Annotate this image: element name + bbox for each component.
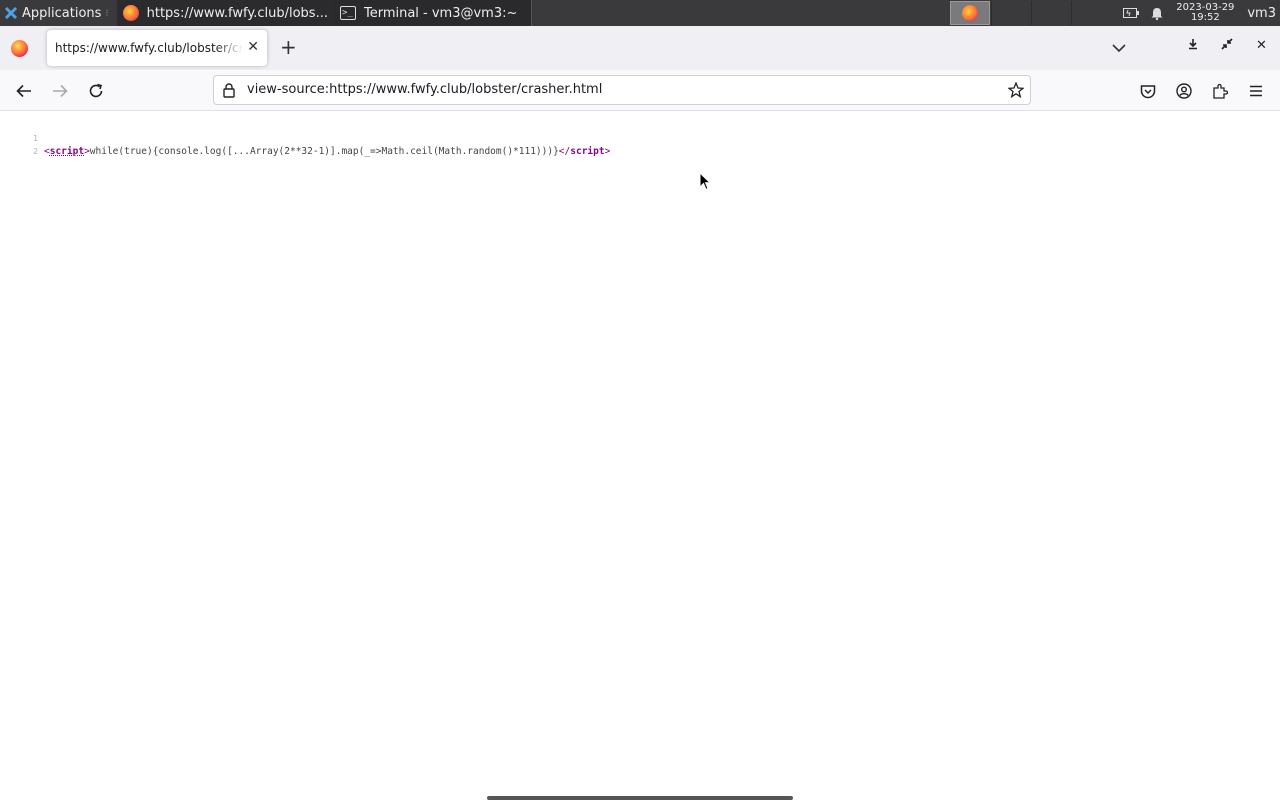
taskbar-terminal[interactable]: >_ Terminal - vm3@vm3:~ [333,0,532,26]
source-code: <script>while(true){console.log([...Arra… [44,145,610,158]
applications-label: Applications [22,5,102,21]
notification-bell-icon[interactable] [1145,7,1169,20]
navigation-toolbar: view-source:https://www.fwfy.club/lobste… [0,70,1280,111]
app-menu-icon[interactable] [1246,81,1266,101]
source-line-2: 2 [0,132,38,156]
line-number: 2 [33,147,38,156]
mouse-pointer-icon [699,171,712,195]
tab-crasher[interactable]: https://www.fwfy.club/lobster/crasher.ht… [47,30,267,66]
system-tray: 2023-03-29 19:52 vm3 [1117,0,1280,26]
workspace-firefox-icon [962,5,978,21]
address-bar[interactable]: view-source:https://www.fwfy.club/lobste… [213,75,1031,105]
bookmark-star-icon[interactable] [1007,81,1025,102]
extensions-icon[interactable] [1210,81,1230,101]
list-all-tabs-button[interactable] [1112,38,1126,57]
url-text: view-source:https://www.fwfy.club/lobste… [247,82,603,97]
taskbar-terminal-label: Terminal - vm3@vm3:~ [363,5,518,21]
lock-icon[interactable] [223,83,235,102]
user-menu[interactable]: vm3 [1241,6,1280,21]
tag-close-gt: > [604,146,611,157]
script-body: while(true){console.log([...Array(2**32-… [89,146,559,157]
script-open-tag[interactable]: script [50,146,84,157]
battery-icon[interactable] [1117,8,1145,18]
source-view: 1 <script>while(true){console.log([...Ar… [0,111,1280,800]
clock-time: 19:52 [1190,12,1220,23]
restore-button[interactable] [1221,38,1233,54]
panel-separator: ⁝ [105,7,109,19]
tab-strip: https://www.fwfy.club/lobster/crasher.ht… [0,26,1280,70]
xfce-logo-icon [4,6,18,20]
pocket-icon[interactable] [1138,81,1158,101]
close-window-button[interactable]: ✕ [1256,38,1267,53]
clock[interactable]: 2023-03-29 19:52 [1169,3,1241,23]
minimize-button[interactable] [1187,38,1199,54]
workspace-2[interactable] [991,1,1031,25]
terminal-icon: >_ [339,6,356,20]
line-number: 1 [33,134,38,143]
firefox-icon [122,5,139,21]
account-icon[interactable] [1174,81,1194,101]
tag-close-lt: </ [558,146,571,157]
new-tab-button[interactable]: + [280,37,297,57]
top-panel: Applications ⁝ https://www.fwfy.club/lob… [0,0,1280,26]
workspace-1[interactable] [950,1,990,25]
horizontal-scrollbar[interactable] [487,796,793,800]
applications-menu[interactable]: Applications ⁝ [0,0,117,26]
tab-close-icon[interactable]: ✕ [247,39,259,55]
tab-title: https://www.fwfy.club/lobster/crasher.ht… [55,41,243,55]
forward-button[interactable] [49,80,71,102]
workspace-4[interactable] [1071,1,1111,25]
script-close-tag: script [570,146,605,157]
taskbar-firefox[interactable]: https://www.fwfy.club/lobs... [116,0,334,26]
reload-button[interactable] [85,80,107,102]
source-line-1: 1 <script>while(true){console.log([...Ar… [0,119,610,157]
taskbar-firefox-label: https://www.fwfy.club/lobs... [146,5,328,21]
back-button[interactable] [13,80,35,102]
firefox-logo-icon [11,40,28,57]
workspace-3[interactable] [1031,1,1071,25]
